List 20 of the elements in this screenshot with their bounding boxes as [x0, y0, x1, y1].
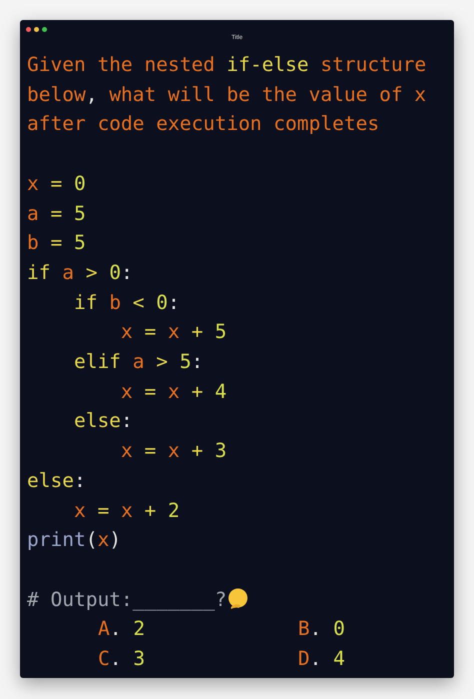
- code-line: x = x + 3: [120, 438, 227, 464]
- answer-option[interactable]: D. 4: [298, 644, 345, 674]
- code-line: x = 0: [27, 170, 86, 197]
- code-line: if b < 0:: [72, 290, 180, 316]
- answer-option[interactable]: C. 3: [98, 644, 145, 674]
- answer-option[interactable]: B. 0: [298, 614, 345, 644]
- code-line: elif a > 5:: [72, 349, 204, 376]
- output-comment: # Output:_______?: [27, 586, 227, 613]
- code-line: print(x): [27, 527, 121, 554]
- code-line: if a > 0:: [27, 260, 133, 286]
- code-line: else:: [72, 408, 133, 434]
- code-line: x = x + 4: [120, 378, 227, 405]
- answer-option[interactable]: A. 2: [98, 614, 145, 644]
- code-line: else:: [27, 468, 86, 494]
- code-line: a = 5: [27, 200, 86, 226]
- code-line: x = x + 2: [72, 498, 180, 524]
- question-text: Given the nested if-else structure below, what will be the value of x after code execution completes: [27, 52, 428, 138]
- code-line: b = 5: [27, 230, 86, 256]
- thinking-emoji-icon: [226, 588, 249, 610]
- code-line: x = x + 5: [120, 319, 227, 346]
